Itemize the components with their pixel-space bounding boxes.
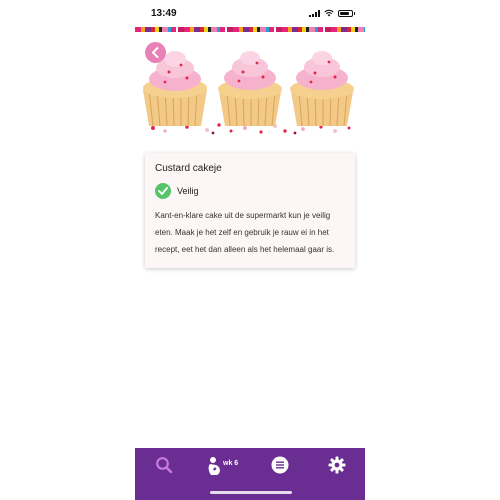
pregnancy-icon bbox=[208, 457, 220, 475]
checkmark-icon bbox=[155, 183, 171, 199]
wifi-icon bbox=[324, 9, 334, 17]
chevron-left-icon bbox=[152, 47, 159, 58]
nav-list[interactable] bbox=[271, 456, 289, 474]
status-time: 13:49 bbox=[151, 8, 177, 19]
status-bar: 13:49 bbox=[135, 0, 365, 26]
back-button[interactable] bbox=[145, 42, 166, 63]
phone-screen: 13:49 Custard cakeje Veilig Kant-en-klar… bbox=[135, 0, 365, 500]
hero-image bbox=[135, 32, 365, 135]
nav-search[interactable] bbox=[155, 456, 173, 474]
week-label: wk 6 bbox=[223, 459, 239, 467]
cupcakes-photo bbox=[143, 51, 354, 135]
signal-icon bbox=[309, 9, 320, 17]
nav-settings[interactable] bbox=[328, 456, 346, 474]
safety-label: Veilig bbox=[177, 186, 199, 196]
food-info-card: Custard cakeje Veilig Kant-en-klare cake… bbox=[145, 153, 355, 268]
nav-pregnancy-week[interactable]: wk 6 bbox=[206, 456, 238, 476]
food-description: Kant-en-klare cake uit de supermarkt kun… bbox=[155, 211, 335, 254]
food-title: Custard cakeje bbox=[155, 163, 222, 174]
battery-icon bbox=[338, 9, 355, 17]
list-icon bbox=[271, 456, 289, 474]
home-indicator[interactable] bbox=[210, 491, 292, 494]
status-icons bbox=[309, 9, 355, 17]
safety-status: Veilig bbox=[155, 183, 345, 199]
gear-icon bbox=[328, 456, 346, 474]
search-icon bbox=[156, 457, 173, 474]
